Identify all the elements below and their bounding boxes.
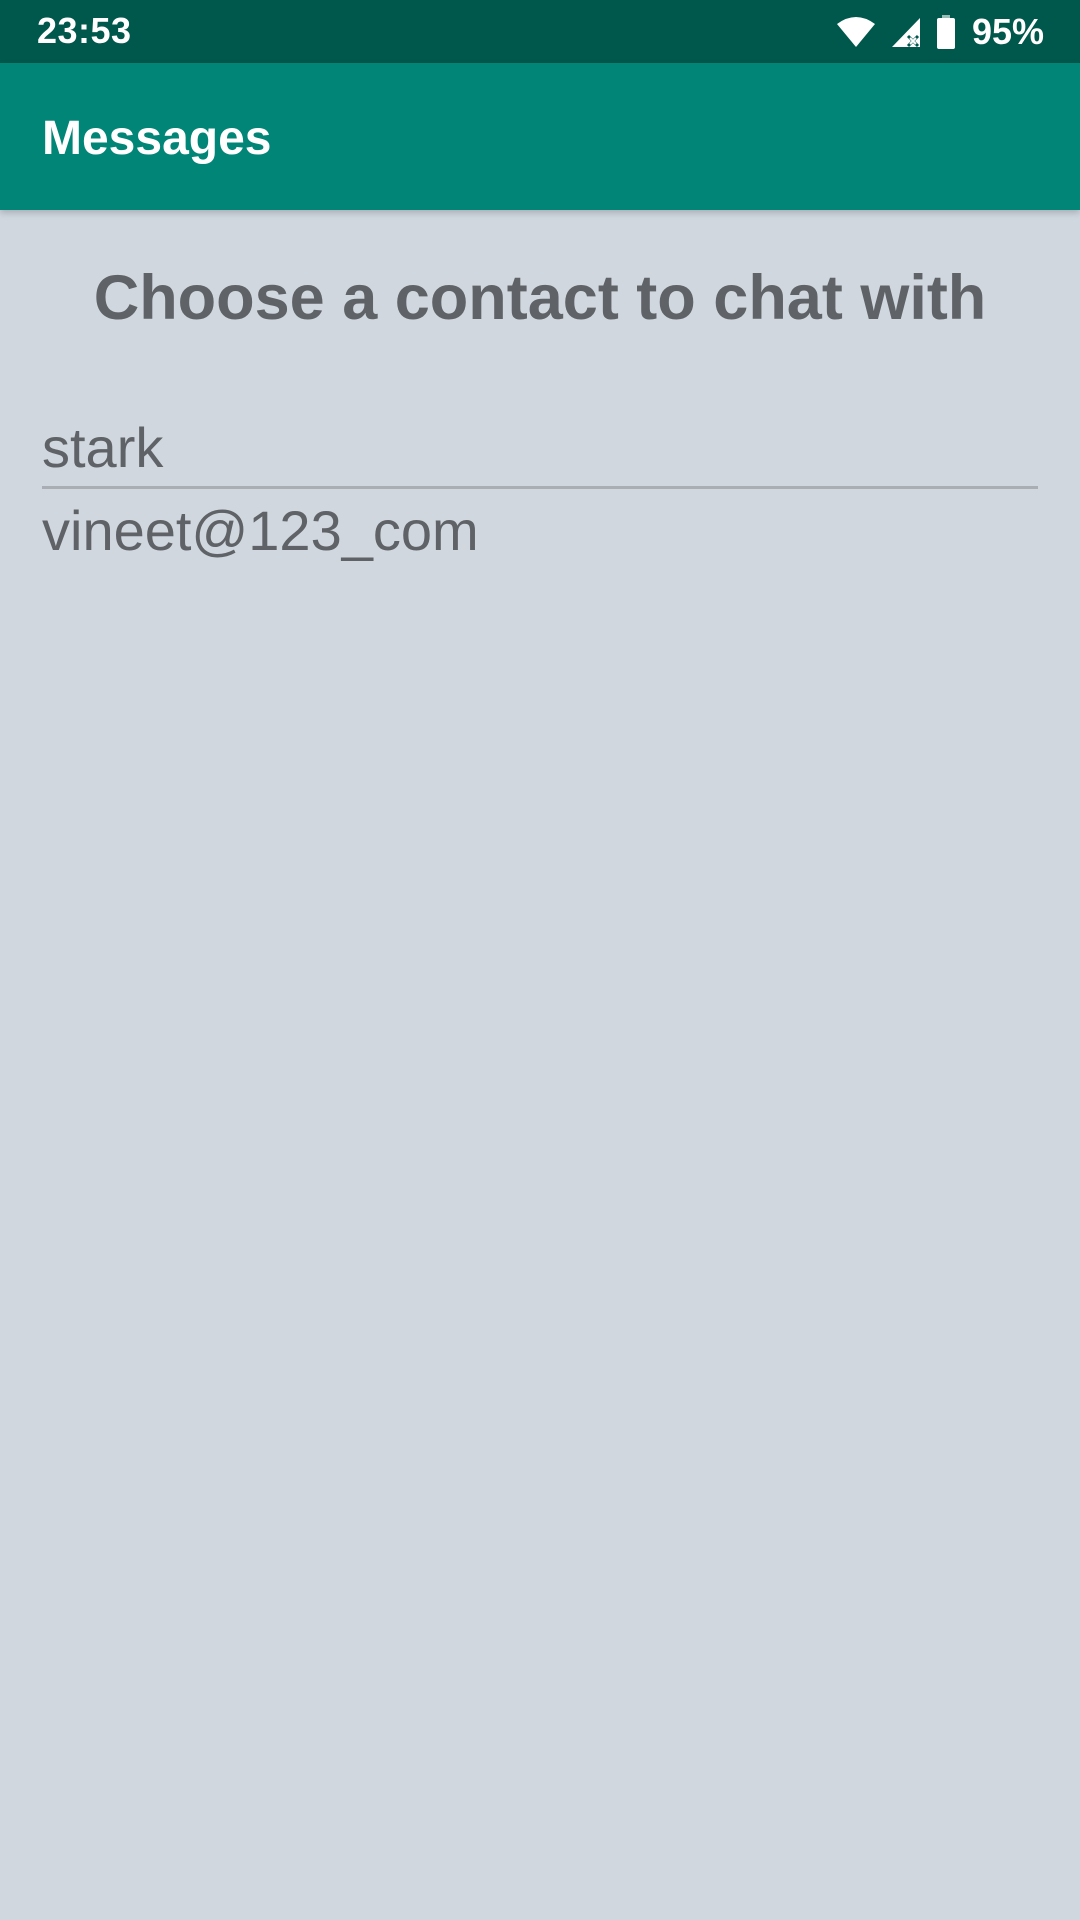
status-icons: 95% (836, 10, 1044, 54)
contact-item-stark[interactable]: stark (42, 410, 1038, 489)
contact-item-vineet[interactable]: vineet@123_com (42, 493, 1038, 569)
status-bar: 23:53 95% (0, 0, 1080, 63)
app-title: Messages (42, 112, 272, 165)
battery-icon (936, 15, 956, 49)
signal-icon (890, 16, 922, 48)
page-heading: Choose a contact to chat with (93, 263, 987, 333)
contact-list: stark vineet@123_com (42, 410, 1038, 569)
battery-percentage: 95% (971, 11, 1044, 52)
app-bar: Messages (0, 63, 1080, 210)
wifi-icon (836, 16, 876, 48)
status-time: 23:53 (37, 10, 132, 51)
